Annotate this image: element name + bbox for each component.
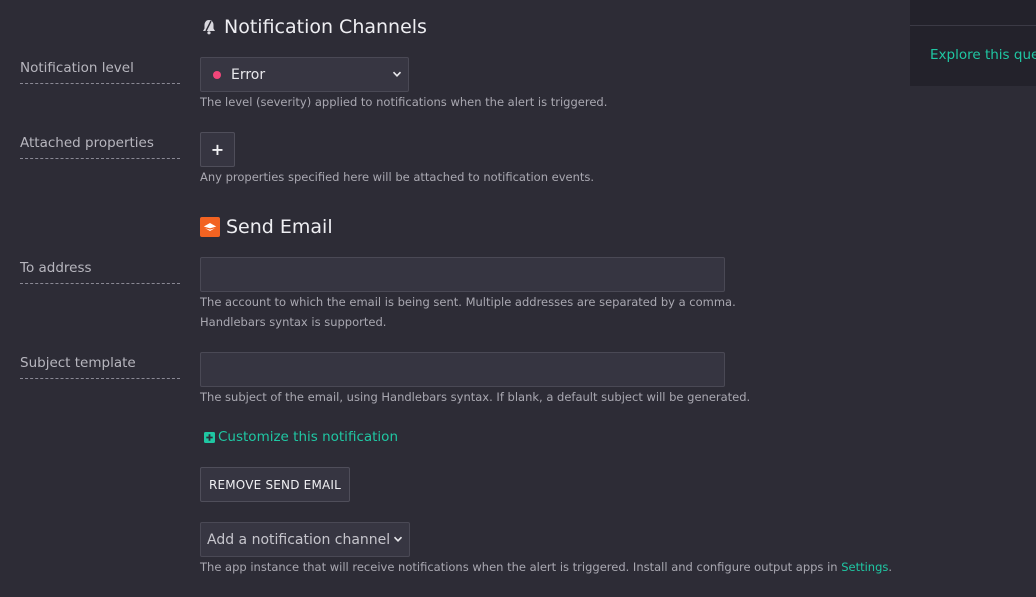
to-address-help: The account to which the email is being … (200, 292, 736, 332)
notification-level-value: Error (231, 66, 266, 83)
severity-dot (213, 70, 221, 79)
add-channel-help-text: The app instance that will receive notif… (200, 560, 838, 574)
explore-query-link[interactable]: Explore this query (930, 47, 1036, 63)
side-panel-divider (910, 25, 1036, 26)
send-email-heading: Send Email (200, 216, 333, 238)
add-channel-placeholder: Add a notification channel (207, 531, 391, 548)
chevron-down-icon (393, 532, 403, 548)
add-notification-channel-select[interactable]: Add a notification channel (200, 522, 410, 557)
page-title: Notification Channels (224, 16, 427, 38)
send-email-title: Send Email (226, 216, 333, 238)
notification-level-help: The level (severity) applied to notifica… (200, 95, 608, 109)
subject-template-label: Subject template (20, 355, 180, 379)
notification-channels-heading: Notification Channels (200, 16, 427, 38)
chevron-down-icon (392, 67, 402, 83)
to-address-help-line1: The account to which the email is being … (200, 295, 736, 309)
add-channel-help: The app instance that will receive notif… (200, 557, 892, 577)
settings-link[interactable]: Settings (841, 560, 888, 574)
subject-template-input[interactable] (200, 352, 725, 387)
customize-notification-link[interactable]: Customize this notification (204, 429, 398, 445)
attached-properties-label: Attached properties (20, 135, 180, 159)
to-address-label: To address (20, 260, 180, 284)
plus-square-icon (204, 431, 215, 443)
notification-level-label: Notification level (20, 60, 180, 84)
add-channel-help-period: . (888, 560, 893, 574)
side-panel: Explore this query (910, 0, 1036, 86)
notification-level-select[interactable]: Error (200, 57, 409, 92)
subject-template-help: The subject of the email, using Handleba… (200, 390, 751, 404)
to-address-input[interactable] (200, 257, 725, 292)
to-address-help-line2: Handlebars syntax is supported. (200, 315, 387, 329)
add-property-button[interactable]: + (200, 132, 235, 167)
bell-icon (200, 18, 218, 36)
attached-properties-help: Any properties specified here will be at… (200, 170, 595, 184)
customize-notification-label: Customize this notification (218, 429, 398, 445)
email-app-icon (200, 217, 220, 237)
remove-send-email-button[interactable]: REMOVE SEND EMAIL (200, 467, 350, 502)
